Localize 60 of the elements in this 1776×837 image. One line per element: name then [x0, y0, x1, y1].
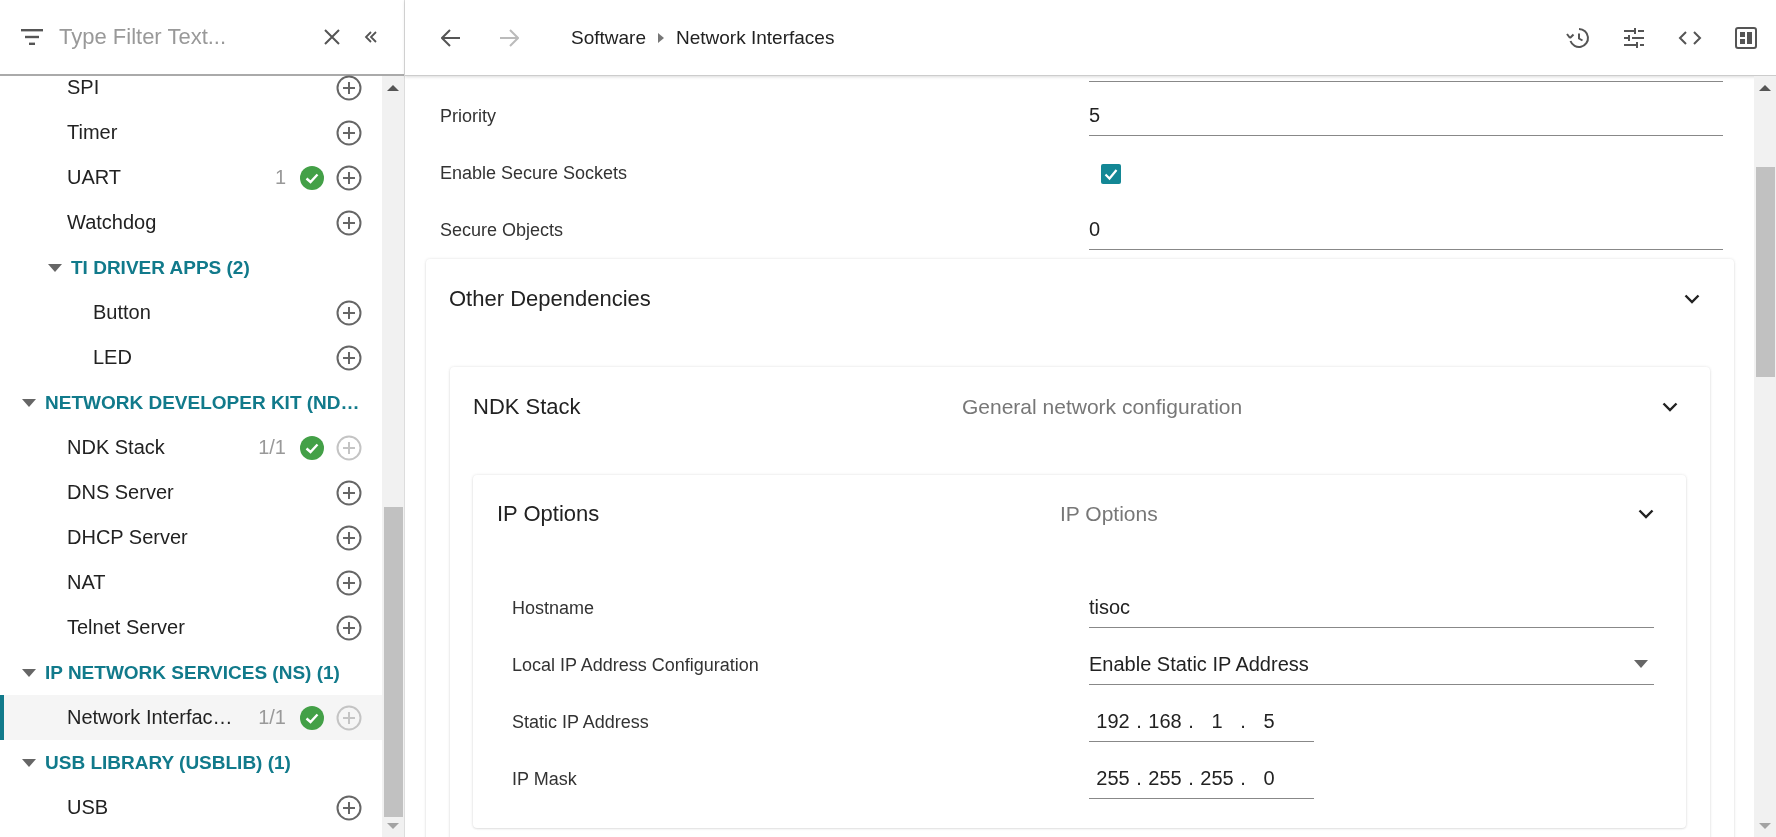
add-icon[interactable] — [336, 524, 362, 551]
add-icon[interactable] — [336, 299, 362, 326]
text-field[interactable]: tisoc — [1089, 589, 1654, 628]
scrollbar[interactable] — [1754, 76, 1776, 837]
close-icon — [324, 29, 340, 45]
add-icon[interactable] — [336, 164, 362, 191]
caret-right-icon — [658, 32, 664, 43]
setting-label: Secure Objects — [440, 220, 565, 241]
setting-label: Local IP Address Configuration — [512, 655, 760, 676]
tree-item[interactable]: USB — [0, 785, 382, 830]
section-header[interactable]: Other Dependencies — [426, 259, 1734, 339]
tree-item[interactable]: NDK Stack 1/1 — [0, 425, 382, 470]
filter-icon — [21, 29, 43, 45]
text-field[interactable]: 5 — [1089, 97, 1723, 136]
add-icon[interactable] — [336, 569, 362, 596]
setting-label: IP Mask — [512, 769, 578, 790]
setting-label: Priority — [440, 106, 497, 127]
breadcrumb-link[interactable]: Software — [571, 26, 646, 49]
tree-category[interactable]: NETWORK DEVELOPER KIT (ND… — [0, 380, 382, 425]
dropdown-field[interactable]: Enable Static IP Address — [1089, 646, 1654, 685]
section-header[interactable]: NDK Stack General network configuration — [450, 367, 1710, 447]
ip-address-field[interactable]: 255 . 255 . 255 . 0 — [1089, 760, 1314, 799]
caret-down-icon — [1634, 660, 1648, 668]
instance-count: 1 — [274, 166, 286, 189]
double-chevron-left-icon — [364, 30, 378, 44]
tree-item[interactable]: Watchdog — [0, 200, 382, 245]
tree-item[interactable]: Network Interfac… 1/1 — [0, 695, 382, 740]
breadcrumb-link[interactable]: Network Interfaces — [676, 26, 835, 49]
tree-item[interactable]: UART 1 — [0, 155, 382, 200]
tree-item[interactable]: DNS Server — [0, 470, 382, 515]
scrollbar[interactable] — [382, 76, 404, 837]
tree-item[interactable]: LED — [0, 335, 382, 380]
setting-label: Static IP Address — [512, 712, 650, 733]
add-icon[interactable] — [336, 794, 362, 821]
instance-count: 1/1 — [258, 706, 286, 729]
tree-category[interactable]: TI DRIVER APPS (2) — [0, 245, 382, 290]
add-icon[interactable] — [336, 74, 362, 101]
add-icon[interactable] — [336, 479, 362, 506]
checkbox[interactable] — [1101, 163, 1121, 184]
add-icon[interactable] — [336, 614, 362, 641]
tree-item[interactable]: Button — [0, 290, 382, 335]
tree-item[interactable]: NAT — [0, 560, 382, 605]
sliders-icon — [1622, 25, 1646, 50]
instance-count: 1/1 — [258, 436, 286, 459]
tree-item[interactable]: DHCP Server — [0, 515, 382, 560]
text-field[interactable]: 0 — [1089, 211, 1723, 250]
chip-icon — [1734, 25, 1758, 50]
tree-item[interactable]: SPI — [0, 65, 382, 110]
tree-category[interactable]: USB LIBRARY (USBLIB) (1) — [0, 740, 382, 785]
add-icon[interactable] — [336, 344, 362, 371]
add-icon[interactable] — [336, 209, 362, 236]
tree-item[interactable]: Telnet Server — [0, 605, 382, 650]
history-icon — [1566, 25, 1590, 50]
section-header[interactable]: IP Options IP Options — [473, 475, 1686, 553]
ip-address-field[interactable]: 192 . 168 . 1 . 5 — [1089, 703, 1314, 742]
tree-item[interactable]: Timer — [0, 110, 382, 155]
add-icon[interactable] — [336, 119, 362, 146]
setting-label: Enable Secure Sockets — [440, 163, 629, 184]
setting-label: Hostname — [512, 598, 596, 619]
tree-category[interactable]: IP NETWORK SERVICES (NS) (1) — [0, 650, 382, 695]
